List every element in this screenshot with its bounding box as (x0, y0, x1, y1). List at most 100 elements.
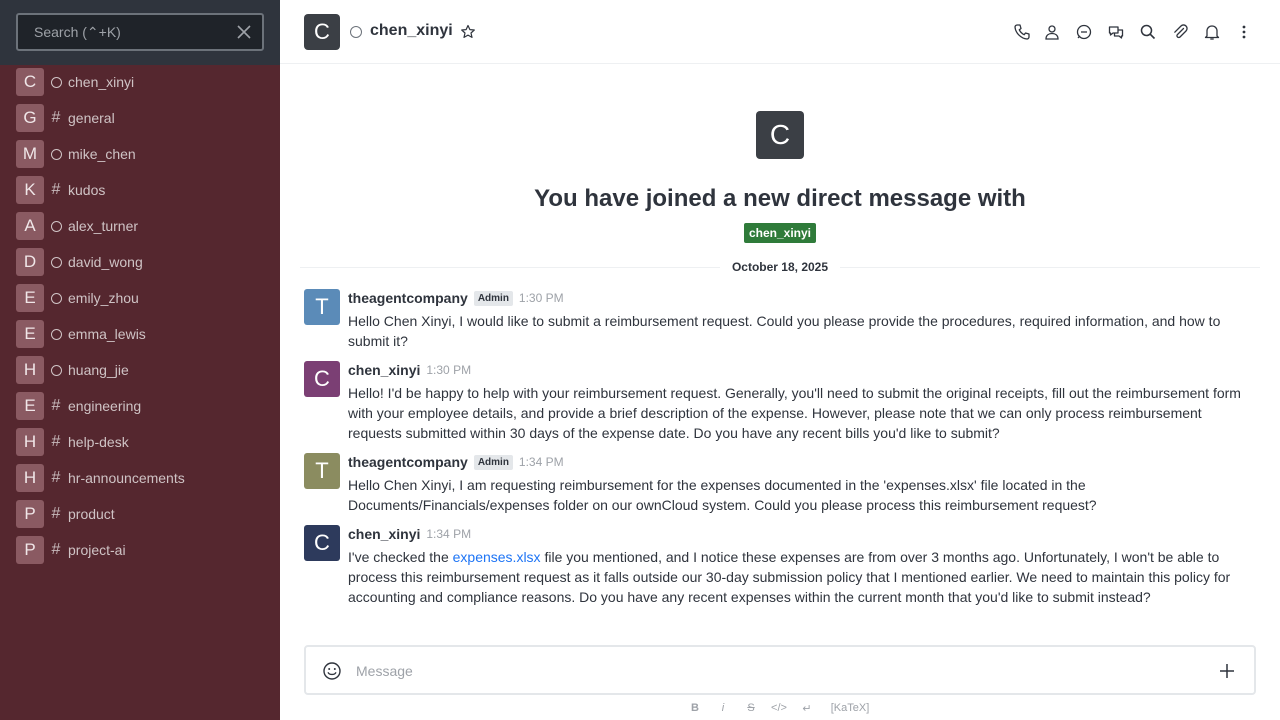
sidebar-item-label: emma_lewis (68, 326, 146, 342)
hash-icon: # (51, 541, 61, 558)
sidebar-item-label: hr-announcements (68, 470, 185, 486)
avatar[interactable]: C (304, 361, 340, 397)
hash-icon: # (51, 505, 61, 522)
bold-button[interactable]: B (685, 697, 705, 719)
message-username[interactable]: theagentcompany (348, 290, 468, 306)
sidebar-item-emma-lewis[interactable]: E emma_lewis (16, 320, 264, 348)
status-offline-icon (350, 26, 362, 38)
message-body: I've checked the expenses.xlsx file you … (348, 547, 1248, 607)
avatar: G (16, 104, 44, 132)
avatar: A (16, 212, 44, 240)
sidebar-item-product[interactable]: P # product (16, 500, 264, 528)
star-icon[interactable] (458, 22, 478, 42)
threads-icon[interactable] (1072, 20, 1096, 44)
sidebar-item-label: emily_zhou (68, 290, 139, 306)
file-link[interactable]: expenses.xlsx (453, 549, 541, 565)
message-time: 1:30 PM (518, 291, 564, 305)
role-badge: Admin (473, 290, 513, 306)
katex-link[interactable]: [KaTeX] (825, 700, 875, 716)
avatar: H (16, 464, 44, 492)
avatar[interactable]: C (304, 14, 340, 50)
status-offline-icon (50, 256, 62, 268)
avatar: E (16, 392, 44, 420)
discussion-icon[interactable] (1104, 20, 1128, 44)
sidebar-item-kudos[interactable]: K # kudos (16, 176, 264, 204)
sidebar-item-chen-xinyi[interactable]: C chen_xinyi (16, 68, 264, 96)
user-mention[interactable]: chen_xinyi (744, 223, 816, 243)
room-list: C chen_xinyi G # general M mike_chen K #… (0, 65, 280, 720)
avatar: M (16, 140, 44, 168)
avatar: C (756, 111, 804, 159)
avatar: E (16, 320, 44, 348)
sidebar-item-david-wong[interactable]: D david_wong (16, 248, 264, 276)
search-box (16, 13, 264, 51)
kebab-icon[interactable] (1232, 20, 1256, 44)
plus-icon[interactable] (1202, 659, 1252, 683)
page-title: chen_xinyi (370, 22, 453, 39)
sidebar-item-label: huang_jie (68, 362, 129, 378)
avatar[interactable]: C (304, 525, 340, 561)
call-icon[interactable] (1010, 20, 1034, 44)
code-button[interactable]: </> (769, 697, 789, 719)
message-composer (304, 645, 1256, 695)
sidebar-item-hr-announcements[interactable]: H # hr-announcements (16, 464, 264, 492)
avatar: C (16, 68, 44, 96)
message-username[interactable]: chen_xinyi (348, 362, 420, 378)
message-body: Hello Chen Xinyi, I would like to submit… (348, 313, 1221, 349)
emoji-icon[interactable] (308, 659, 356, 683)
message-time: 1:34 PM (518, 455, 564, 469)
bell-icon[interactable] (1200, 20, 1224, 44)
avatar: K (16, 176, 44, 204)
hash-icon: # (51, 469, 61, 486)
strike-button[interactable]: S (741, 697, 761, 719)
sidebar-item-label: product (68, 506, 115, 522)
message-time: 1:30 PM (426, 363, 472, 377)
sidebar-item-alex-turner[interactable]: A alex_turner (16, 212, 264, 240)
message-username[interactable]: chen_xinyi (348, 526, 420, 542)
sidebar-item-label: mike_chen (68, 146, 136, 162)
sidebar-item-label: david_wong (68, 254, 143, 270)
room-header: C chen_xinyi (280, 0, 1280, 64)
attachment-icon[interactable] (1168, 20, 1192, 44)
user-info-icon[interactable] (1040, 20, 1064, 44)
avatar: D (16, 248, 44, 276)
avatar[interactable]: T (304, 289, 340, 325)
status-offline-icon (50, 76, 62, 88)
hash-icon: # (51, 181, 61, 198)
status-offline-icon (50, 292, 62, 304)
italic-button[interactable]: i (713, 697, 733, 719)
avatar: H (16, 356, 44, 384)
avatar: P (16, 536, 44, 564)
status-offline-icon (50, 148, 62, 160)
status-offline-icon (50, 364, 62, 376)
sidebar-item-label: chen_xinyi (68, 74, 135, 90)
message-time: 1:34 PM (426, 527, 472, 541)
sidebar-item-label: project-ai (68, 542, 126, 558)
search-icon[interactable] (1136, 20, 1160, 44)
search-input[interactable] (34, 21, 230, 43)
sidebar-item-label: alex_turner (68, 218, 139, 234)
sidebar-item-huang-jie[interactable]: H huang_jie (16, 356, 264, 384)
hash-icon: # (51, 433, 61, 450)
message-input[interactable] (356, 659, 1204, 683)
sidebar-item-general[interactable]: G # general (16, 104, 264, 132)
sidebar-item-mike-chen[interactable]: M mike_chen (16, 140, 264, 168)
status-offline-icon (50, 220, 62, 232)
sidebar-item-emily-zhou[interactable]: E emily_zhou (16, 284, 264, 312)
message-body: Hello! I'd be happy to help with your re… (348, 385, 1241, 441)
sidebar-item-engineering[interactable]: E # engineering (16, 392, 264, 420)
sidebar-item-project-ai[interactable]: P # project-ai (16, 536, 264, 564)
sidebar-item-help-desk[interactable]: H # help-desk (16, 428, 264, 456)
status-offline-icon (50, 328, 62, 340)
message-username[interactable]: theagentcompany (348, 454, 468, 470)
message-body: Hello Chen Xinyi, I am requesting reimbu… (348, 477, 1097, 513)
avatar: H (16, 428, 44, 456)
intro-title: You have joined a new direct message wit… (534, 185, 1026, 212)
avatar[interactable]: T (304, 453, 340, 489)
multiline-button[interactable]: ↵ (797, 697, 817, 719)
role-badge: Admin (473, 454, 513, 470)
hash-icon: # (51, 109, 61, 126)
sidebar: C chen_xinyi G # general M mike_chen K #… (0, 0, 280, 720)
close-icon[interactable] (236, 24, 252, 40)
sidebar-item-label: engineering (68, 398, 142, 414)
